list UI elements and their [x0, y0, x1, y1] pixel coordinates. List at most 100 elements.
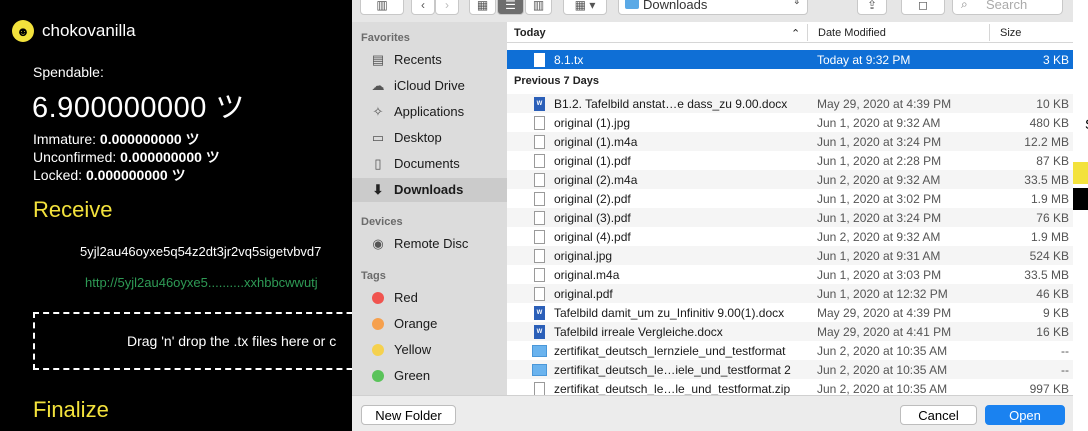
file-date: Jun 1, 2020 at 12:32 PM [817, 287, 948, 301]
receive-address-link[interactable]: http://5yjl2au46oyxe5..........xxhbbcwwu… [85, 275, 318, 290]
file-icon [534, 211, 545, 225]
group-button[interactable]: ▦ ▾ [563, 0, 607, 15]
file-row[interactable]: 8.1.tx Today at 9:32 PM 3 KB [507, 50, 1073, 69]
downloads-icon: ⬇ [372, 182, 384, 197]
file-name: zertifikat_deutsch_le…le_und_testformat.… [554, 382, 791, 395]
immature-balance: Immature: 0.000000000 ツ [33, 129, 200, 149]
open-button[interactable]: Open [985, 405, 1065, 425]
folder-icon [532, 345, 547, 357]
app-logo-icon: ☻ [12, 20, 34, 42]
group-header-previous: Previous 7 Days [514, 75, 599, 87]
search-field[interactable]: ⌕ Search [952, 0, 1063, 15]
file-icon [534, 230, 545, 244]
file-row[interactable]: zertifikat_deutsch_le…iele_und_testforma… [507, 360, 1073, 379]
file-size: 1.9 MB [1030, 230, 1069, 244]
sidebar-item-desktop[interactable]: ▭ Desktop [352, 126, 507, 150]
orange-tag-icon [372, 318, 384, 330]
file-row[interactable]: zertifikat_deutsch_lernziele_und_testfor… [507, 341, 1073, 360]
cancel-button[interactable]: Cancel [900, 405, 977, 425]
file-icon [534, 116, 545, 130]
file-row[interactable]: original (1).pdf Jun 1, 2020 at 2:28 PM 87… [507, 151, 1073, 170]
unconfirmed-label: Unconfirmed: [33, 149, 117, 165]
file-row[interactable]: W Tafelbild irreale Vergleiche.docx May 29… [507, 322, 1073, 341]
sidebar-toggle-button[interactable]: ▥ [360, 0, 404, 15]
list-icon: ☰ [505, 0, 516, 12]
column-header-name[interactable]: Today [514, 27, 546, 39]
file-size: -- [1061, 344, 1069, 358]
file-row[interactable]: original.pdf Jun 1, 2020 at 12:32 PM 46 KB [507, 284, 1073, 303]
file-size: 33.5 MB [1024, 268, 1069, 282]
sidebar-item-label: Downloads [394, 182, 464, 197]
file-date: Jun 2, 2020 at 10:35 AM [817, 344, 948, 358]
file-row[interactable]: original (4).pdf Jun 2, 2020 at 9:32 AM 1.… [507, 227, 1073, 246]
finalize-title: Finalize [33, 397, 109, 422]
file-size: -- [1061, 363, 1069, 377]
tag-button[interactable]: ◻ [901, 0, 945, 15]
sidebar-item-label: Red [394, 290, 418, 305]
file-name: zertifikat_deutsch_lernziele_und_testfor… [554, 344, 786, 358]
file-row[interactable]: original (2).m4a Jun 2, 2020 at 9:32 AM 33… [507, 170, 1073, 189]
file-date: Jun 1, 2020 at 3:03 PM [817, 268, 942, 282]
column-view-button[interactable]: ▥ [525, 0, 552, 15]
tag-icon: ◻ [918, 0, 928, 12]
file-icon [534, 154, 545, 168]
dropzone-text: Drag 'n' drop the .tx files here or c [127, 333, 337, 349]
brand[interactable]: ☻ chokovanilla [12, 20, 136, 42]
file-name: original (2).m4a [554, 173, 638, 187]
file-name: original (2).pdf [554, 192, 631, 206]
file-date: Jun 1, 2020 at 2:28 PM [817, 154, 942, 168]
spendable-label: Spendable: [33, 64, 104, 80]
locked-value: 0.000000000 ツ [85, 167, 186, 183]
sidebar-item-tag-red[interactable]: Red [352, 286, 507, 310]
icon-view-button[interactable]: ▦ [469, 0, 496, 15]
columns-icon: ▥ [532, 0, 545, 12]
file-row[interactable]: original.jpg Jun 1, 2020 at 9:31 AM 524 KB [507, 246, 1073, 265]
sidebar-item-tag-yellow[interactable]: Yellow [352, 338, 507, 362]
column-header-size[interactable]: Size [1000, 27, 1021, 39]
file-row[interactable]: original (3).pdf Jun 1, 2020 at 3:24 PM 76… [507, 208, 1073, 227]
file-name: zertifikat_deutsch_le…iele_und_testforma… [554, 363, 791, 377]
word-doc-icon: W [534, 325, 545, 339]
location-select[interactable]: Downloads ⇕ [618, 0, 808, 15]
sidebar-item-label: Desktop [394, 130, 442, 145]
file-row[interactable]: original (2).pdf Jun 1, 2020 at 3:02 PM 1.… [507, 189, 1073, 208]
file-row[interactable]: W Tafelbild damit_um zu_Infinitiv 9.00(1)… [507, 303, 1073, 322]
open-file-dialog: ▥ ‹ › ▦ ☰ ▥ ▦ ▾ Downloads ⇕ ⇪ ◻ ⌕ Search… [352, 0, 1073, 431]
forward-button[interactable]: › [435, 0, 459, 15]
tx-dropzone[interactable]: Drag 'n' drop the .tx files here or c [33, 312, 393, 370]
dialog-sidebar: Favorites ▤ Recents ☁ iCloud Drive ✧ App… [352, 22, 507, 395]
list-view-button[interactable]: ☰ [497, 0, 524, 15]
file-date: Jun 1, 2020 at 9:32 AM [817, 116, 941, 130]
sidebar-item-recents[interactable]: ▤ Recents [352, 48, 507, 72]
file-size: 10 KB [1036, 97, 1069, 111]
cloud-icon: ☁ [371, 78, 385, 93]
sidebar-item-applications[interactable]: ✧ Applications [352, 100, 507, 124]
file-list-header: Today ⌃ Date Modified Size [507, 22, 1073, 43]
sidebar-item-remote-disc[interactable]: ◉ Remote Disc [352, 232, 507, 256]
sidebar-item-label: Applications [394, 104, 465, 119]
sidebar-item-tag-orange[interactable]: Orange [352, 312, 507, 336]
file-row[interactable]: original (1).m4a Jun 1, 2020 at 3:24 PM 12… [507, 132, 1073, 151]
file-date: May 29, 2020 at 4:39 PM [817, 97, 952, 111]
file-row[interactable]: W B1.2. Tafelbild anstat…e dass_zu 9.00.d… [507, 94, 1073, 113]
file-name: 8.1.tx [554, 53, 584, 67]
column-header-date[interactable]: Date Modified [818, 27, 886, 39]
sidebar-item-icloud-drive[interactable]: ☁ iCloud Drive [352, 74, 507, 98]
file-date: Jun 1, 2020 at 9:31 AM [817, 249, 941, 263]
file-row[interactable]: zertifikat_deutsch_le…le_und_testformat.… [507, 379, 1073, 395]
new-folder-button[interactable]: New Folder [361, 405, 456, 425]
file-size: 9 KB [1042, 306, 1069, 320]
share-button[interactable]: ⇪ [857, 0, 887, 15]
file-date: Jun 2, 2020 at 10:35 AM [817, 382, 948, 395]
file-row[interactable]: original.m4a Jun 1, 2020 at 3:03 PM 33.5 M… [507, 265, 1073, 284]
sidebar-item-tag-green[interactable]: Green [352, 364, 507, 388]
file-size: 46 KB [1036, 287, 1069, 301]
file-size: 12.2 MB [1024, 135, 1069, 149]
clock-icon: ▤ [371, 52, 385, 67]
file-name: original (4).pdf [554, 230, 631, 244]
sidebar-item-documents[interactable]: ▯ Documents [352, 152, 507, 176]
dialog-footer: New Folder Cancel Open [352, 395, 1073, 431]
sidebar-item-downloads[interactable]: ⬇ Downloads [352, 178, 507, 202]
back-button[interactable]: ‹ [411, 0, 435, 15]
file-row[interactable]: original (1).jpg Jun 1, 2020 at 9:32 AM 48… [507, 113, 1073, 132]
